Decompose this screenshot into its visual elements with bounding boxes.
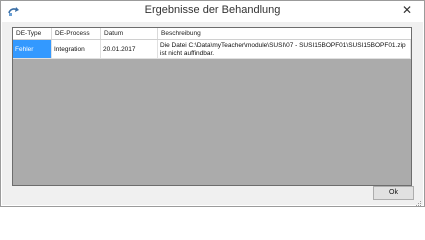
ok-button[interactable]: Ok (373, 186, 414, 200)
close-button[interactable]: ✕ (394, 2, 420, 19)
resize-grip-icon[interactable] (414, 196, 422, 206)
cell-de-type[interactable]: Fehler (13, 40, 52, 59)
dialog-client-area: DE-Type DE-Process Datum Beschreibung Fe… (2, 22, 423, 206)
column-header-beschreibung[interactable]: Beschreibung (158, 28, 411, 39)
column-header-de-process[interactable]: DE-Process (52, 28, 101, 39)
table-row[interactable]: Fehler Integration 20.01.2017 08:43:28 D… (13, 40, 411, 59)
results-grid[interactable]: DE-Type DE-Process Datum Beschreibung Fe… (12, 27, 412, 186)
grid-header: DE-Type DE-Process Datum Beschreibung (13, 28, 411, 40)
cell-de-process[interactable]: Integration (52, 40, 101, 59)
close-icon: ✕ (401, 3, 413, 17)
dialog-window: Ergebnisse der Behandlung ✕ DE-Type DE-P… (0, 0, 425, 207)
title-bar[interactable]: Ergebnisse der Behandlung ✕ (1, 1, 424, 21)
cell-datum[interactable]: 20.01.2017 08:43:28 (101, 40, 158, 59)
window-title: Ergebnisse der Behandlung (144, 4, 281, 16)
column-header-datum[interactable]: Datum (101, 28, 158, 39)
cell-beschreibung[interactable]: Die Datei C:\Data\myTeacher\module\SUSI\… (158, 40, 411, 59)
column-header-de-type[interactable]: DE-Type (13, 28, 52, 39)
